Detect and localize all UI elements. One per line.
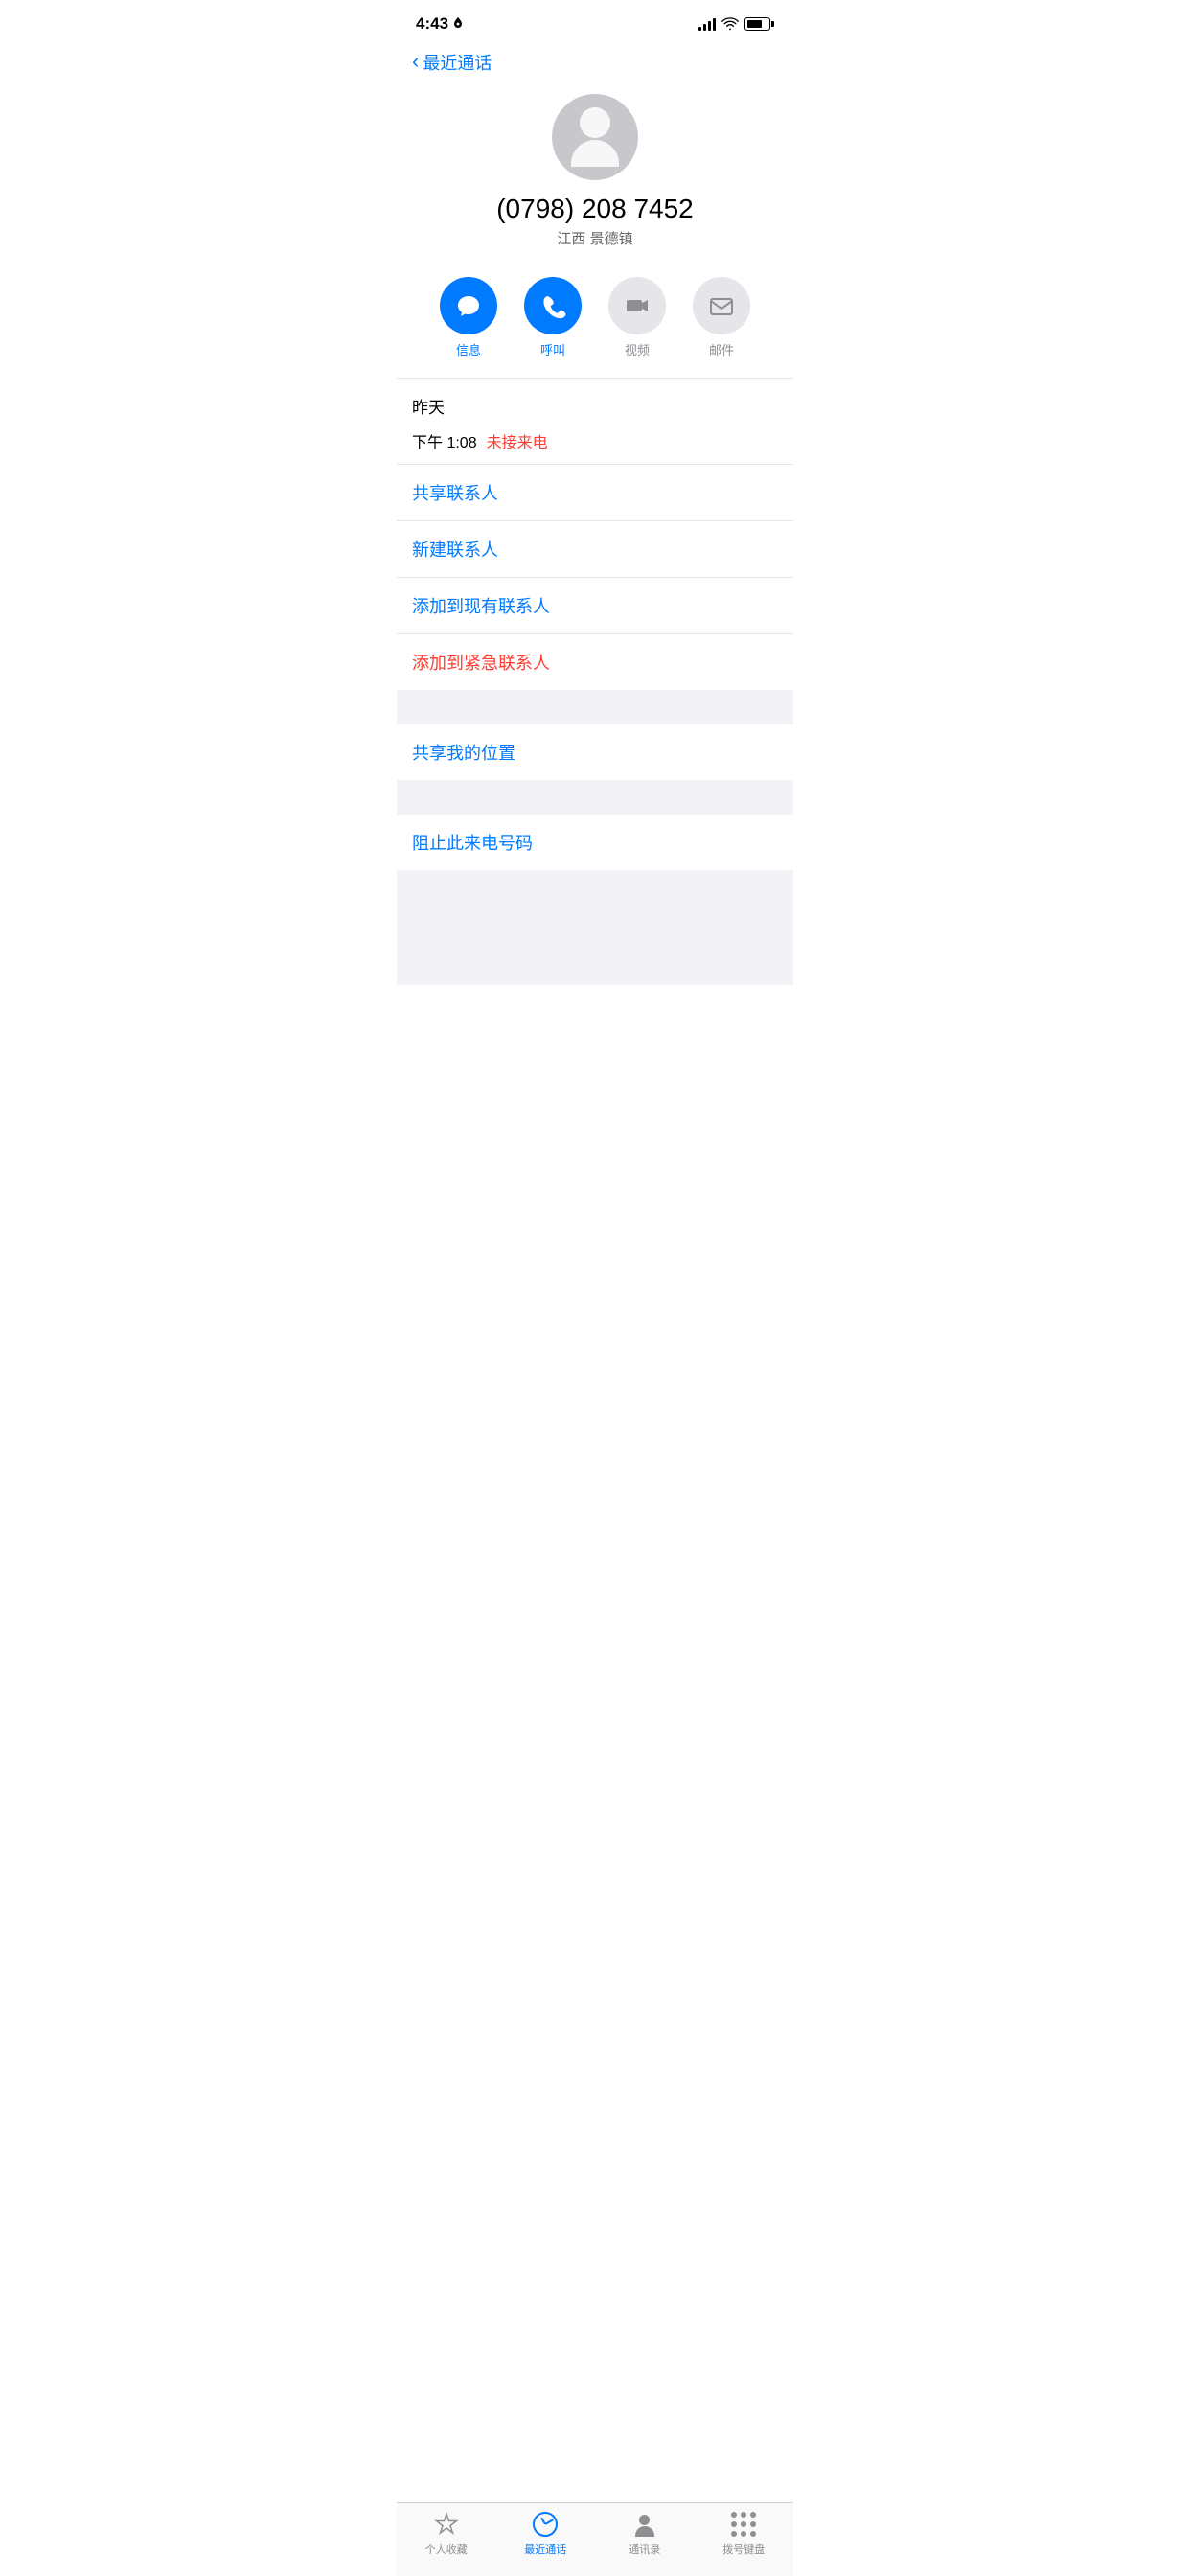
share-location-section: 共享我的位置 <box>397 724 793 780</box>
share-contact-item[interactable]: 共享联系人 <box>397 465 793 521</box>
wifi-icon <box>721 17 739 31</box>
contact-location: 江西 景德镇 <box>557 228 632 248</box>
block-caller-section: 阻止此来电号码 <box>397 815 793 870</box>
keypad-label: 拨号键盘 <box>722 2542 765 2557</box>
call-button-circle <box>524 277 582 334</box>
block-caller-item[interactable]: 阻止此来电号码 <box>397 815 793 870</box>
message-label: 信息 <box>456 340 481 358</box>
video-button: 视频 <box>608 277 666 358</box>
recents-icon <box>532 2511 559 2538</box>
favorites-icon <box>433 2511 460 2538</box>
gray-spacer-1 <box>397 690 793 724</box>
signal-icon <box>698 17 716 31</box>
action-buttons: 信息 呼叫 视频 邮件 <box>397 267 793 378</box>
contact-header: (0798) 208 7452 江西 景德镇 <box>397 79 793 267</box>
contact-number: (0798) 208 7452 <box>496 194 694 224</box>
status-icons <box>698 17 774 31</box>
tab-bar: 个人收藏 最近通话 通讯录 <box>397 2502 793 2576</box>
avatar-head <box>580 107 610 138</box>
back-label: 最近通话 <box>423 50 492 75</box>
tab-keypad[interactable]: 拨号键盘 <box>715 2511 772 2557</box>
message-button[interactable]: 信息 <box>440 277 497 358</box>
call-date: 昨天 <box>412 394 778 418</box>
mail-button-circle <box>693 277 750 334</box>
call-history: 昨天 下午 1:08 未接来电 <box>397 379 793 464</box>
message-icon <box>455 292 482 319</box>
tab-contacts[interactable]: 通讯录 <box>616 2511 674 2557</box>
call-status: 未接来电 <box>487 429 548 452</box>
add-to-existing-label: 添加到现有联系人 <box>412 597 550 616</box>
share-location-item[interactable]: 共享我的位置 <box>397 724 793 780</box>
add-emergency-item[interactable]: 添加到紧急联系人 <box>397 634 793 690</box>
contacts-icon <box>631 2511 658 2538</box>
share-location-label: 共享我的位置 <box>412 744 515 763</box>
call-item: 下午 1:08 未接来电 <box>412 426 778 464</box>
add-emergency-label: 添加到紧急联系人 <box>412 654 550 673</box>
status-bar: 4:43 <box>397 0 793 42</box>
video-icon <box>624 292 651 319</box>
call-icon <box>539 292 566 319</box>
favorites-label: 个人收藏 <box>425 2542 468 2557</box>
nav-bar: ‹ 最近通话 <box>397 42 793 79</box>
mail-icon <box>708 292 735 319</box>
message-button-circle <box>440 277 497 334</box>
tab-recents[interactable]: 最近通话 <box>516 2511 574 2557</box>
share-contact-label: 共享联系人 <box>412 484 498 503</box>
gray-spacer-2 <box>397 780 793 815</box>
location-icon <box>452 17 464 31</box>
video-button-circle <box>608 277 666 334</box>
mail-label: 邮件 <box>709 340 734 358</box>
back-chevron-icon: ‹ <box>412 51 419 72</box>
keypad-icon <box>730 2511 757 2538</box>
action-list: 共享联系人 新建联系人 添加到现有联系人 添加到紧急联系人 <box>397 465 793 690</box>
mail-button: 邮件 <box>693 277 750 358</box>
back-button[interactable]: ‹ 最近通话 <box>412 50 492 75</box>
battery-icon <box>744 17 774 31</box>
bottom-spacer <box>397 870 793 985</box>
avatar <box>552 94 638 180</box>
new-contact-label: 新建联系人 <box>412 540 498 560</box>
call-time: 下午 1:08 <box>412 429 477 452</box>
add-to-existing-item[interactable]: 添加到现有联系人 <box>397 578 793 634</box>
new-contact-item[interactable]: 新建联系人 <box>397 521 793 578</box>
contacts-label: 通讯录 <box>629 2542 660 2557</box>
avatar-body <box>571 140 619 167</box>
block-caller-label: 阻止此来电号码 <box>412 834 533 853</box>
call-label: 呼叫 <box>540 340 565 358</box>
tab-favorites[interactable]: 个人收藏 <box>418 2511 475 2557</box>
status-time: 4:43 <box>416 14 448 34</box>
recents-label: 最近通话 <box>524 2542 566 2557</box>
call-button[interactable]: 呼叫 <box>524 277 582 358</box>
video-label: 视频 <box>625 340 650 358</box>
